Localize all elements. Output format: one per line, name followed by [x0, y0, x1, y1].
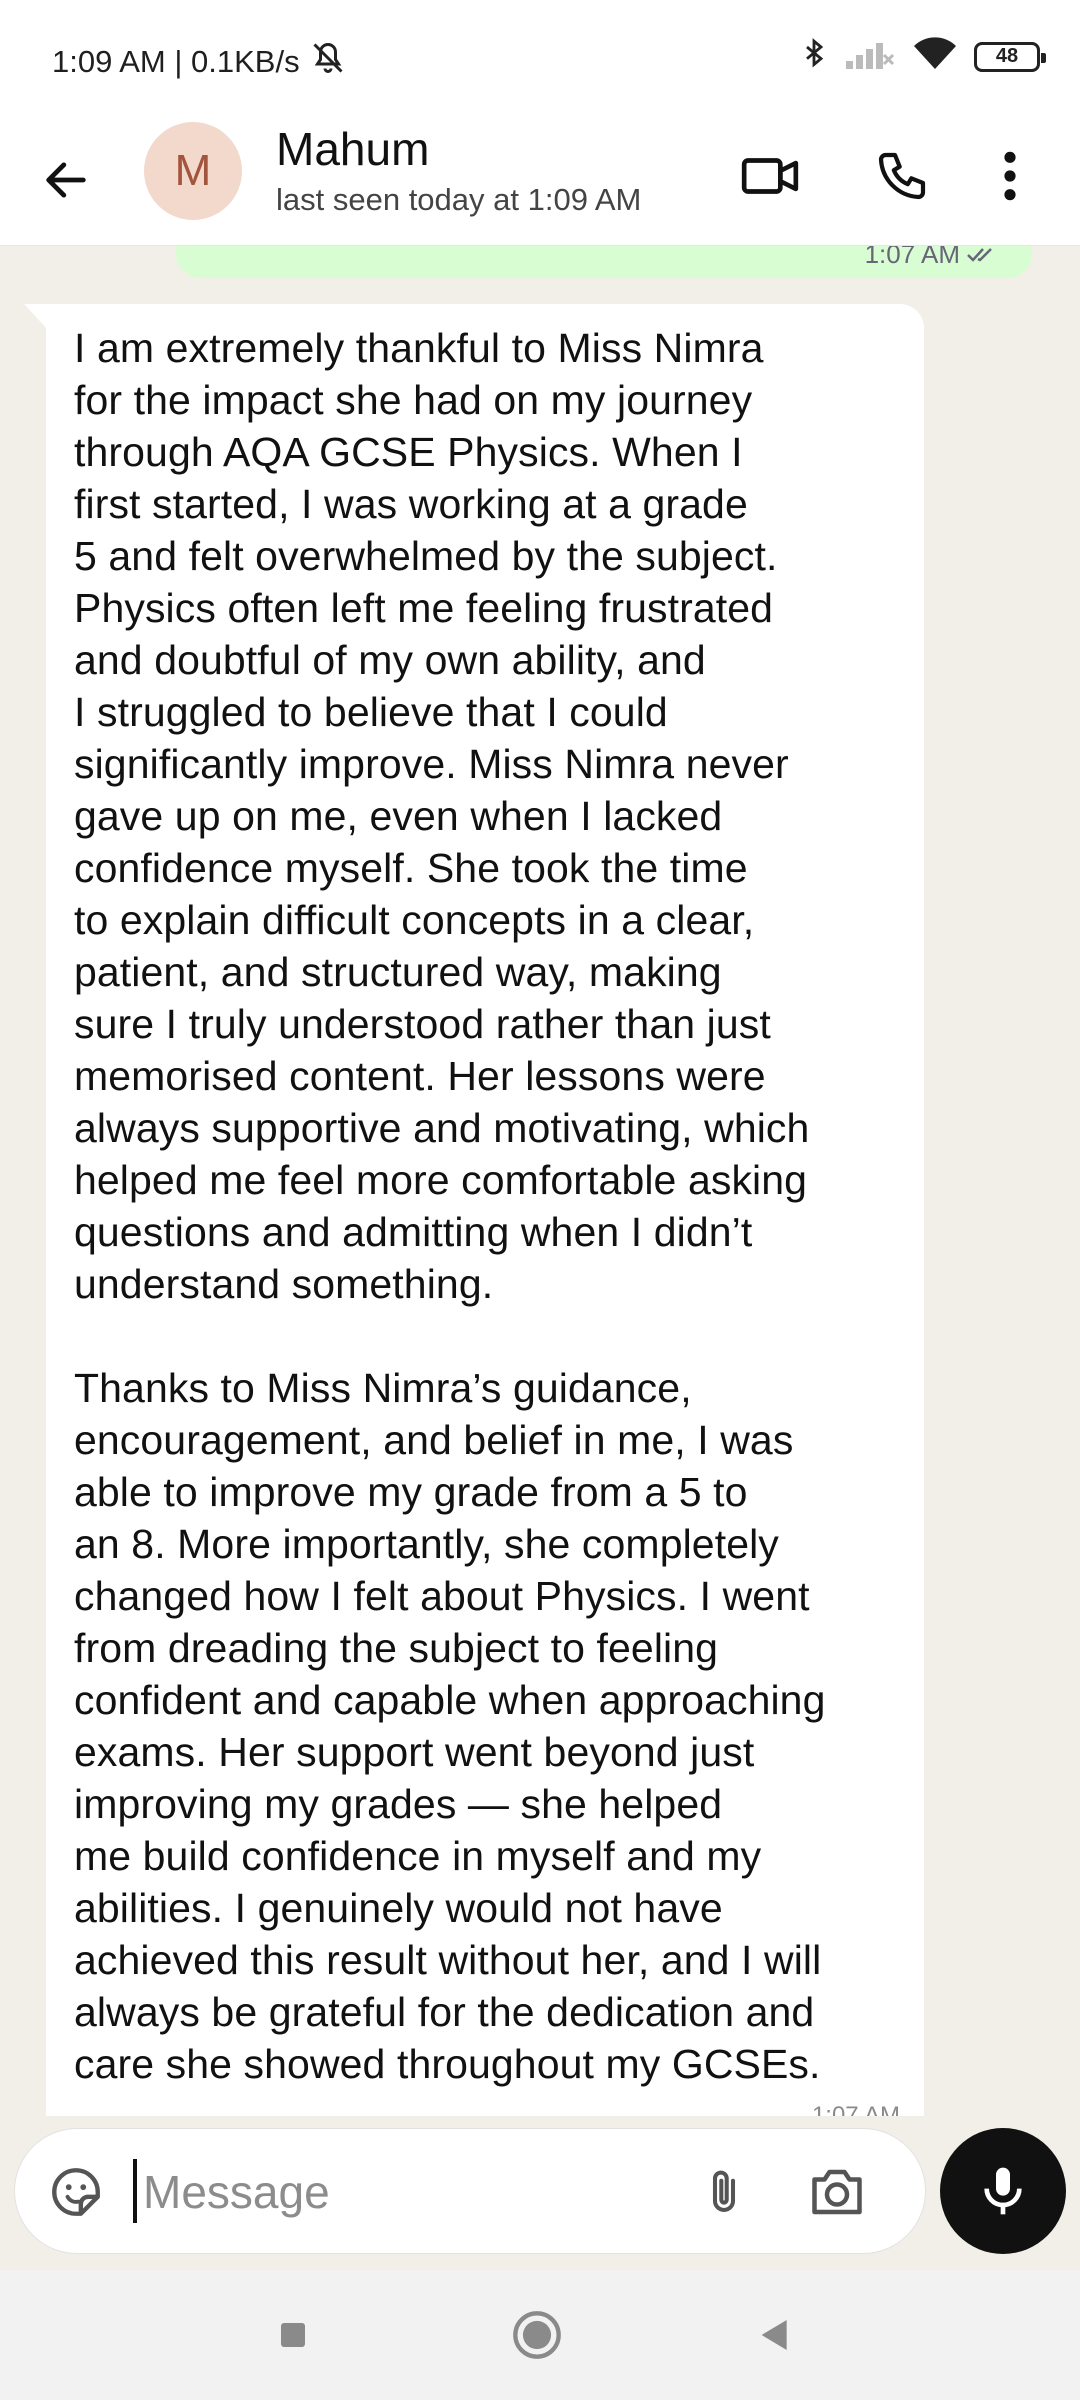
- outgoing-message-meta: 1:07 AM: [865, 246, 996, 270]
- message-tail: [24, 304, 48, 330]
- mic-icon: [984, 2167, 1022, 2215]
- status-left: 1:09 AM | 0.1KB/s: [52, 40, 346, 84]
- wifi-icon: [912, 36, 958, 77]
- voice-record-button[interactable]: [940, 2128, 1066, 2254]
- chat-header: M Mahum last seen today at 1:09 AM: [0, 118, 1080, 246]
- system-navigation-bar: [0, 2270, 1080, 2400]
- home-button[interactable]: [502, 2300, 572, 2370]
- camera-icon: [812, 2169, 862, 2215]
- outgoing-message-time: 1:07 AM: [864, 246, 960, 269]
- back-icon: [761, 2320, 787, 2350]
- signal-icon: [844, 37, 896, 76]
- sticker-icon: [52, 2168, 100, 2216]
- video-call-button[interactable]: [732, 138, 808, 214]
- avatar-letter: M: [174, 146, 212, 195]
- back-arrow-icon: [46, 162, 86, 198]
- text-caret: [133, 2159, 137, 2223]
- status-time-speed: 1:09 AM | 0.1KB/s: [52, 44, 300, 79]
- more-options-button[interactable]: [980, 138, 1040, 214]
- mute-bell-icon: [310, 40, 346, 84]
- video-call-icon: [741, 158, 799, 194]
- phone-icon: [878, 152, 926, 200]
- avatar[interactable]: M: [144, 122, 242, 220]
- recents-icon: [281, 2323, 305, 2347]
- message-text-paragraph-1: I am extremely thankful to Miss Nimra fo…: [74, 325, 810, 1307]
- status-right: 48: [800, 36, 1046, 77]
- battery-icon: 48: [974, 41, 1046, 72]
- bluetooth-icon: [800, 36, 828, 77]
- double-check-icon: [967, 247, 992, 262]
- home-icon: [513, 2311, 561, 2359]
- system-back-button[interactable]: [740, 2300, 810, 2370]
- camera-button[interactable]: [799, 2157, 875, 2227]
- sticker-button[interactable]: [43, 2159, 109, 2225]
- back-button[interactable]: [34, 148, 98, 212]
- status-bar: 1:09 AM | 0.1KB/s 48: [0, 0, 1080, 118]
- last-seen-status: last seen today at 1:09 AM: [276, 182, 642, 217]
- incoming-message-time: 1:07 AM: [811, 2102, 900, 2116]
- recents-button[interactable]: [258, 2300, 328, 2370]
- battery-level: 48: [995, 45, 1019, 67]
- chat-messages[interactable]: 1:07 AM I am extremely thankful to Miss …: [0, 246, 1080, 2116]
- more-vert-icon: [1004, 151, 1016, 201]
- attach-button[interactable]: [689, 2157, 759, 2227]
- message-composer: [14, 2128, 926, 2254]
- incoming-message-bubble[interactable]: I am extremely thankful to Miss Nimra fo…: [46, 304, 924, 2116]
- voice-call-button[interactable]: [864, 138, 940, 214]
- attach-icon: [712, 2170, 736, 2213]
- message-input[interactable]: [143, 2157, 663, 2227]
- outgoing-message-bubble[interactable]: 1:07 AM: [176, 246, 1032, 278]
- message-text-paragraph-2: Thanks to Miss Nimra’s guidance, encoura…: [74, 1365, 826, 2087]
- contact-name[interactable]: Mahum: [276, 122, 429, 176]
